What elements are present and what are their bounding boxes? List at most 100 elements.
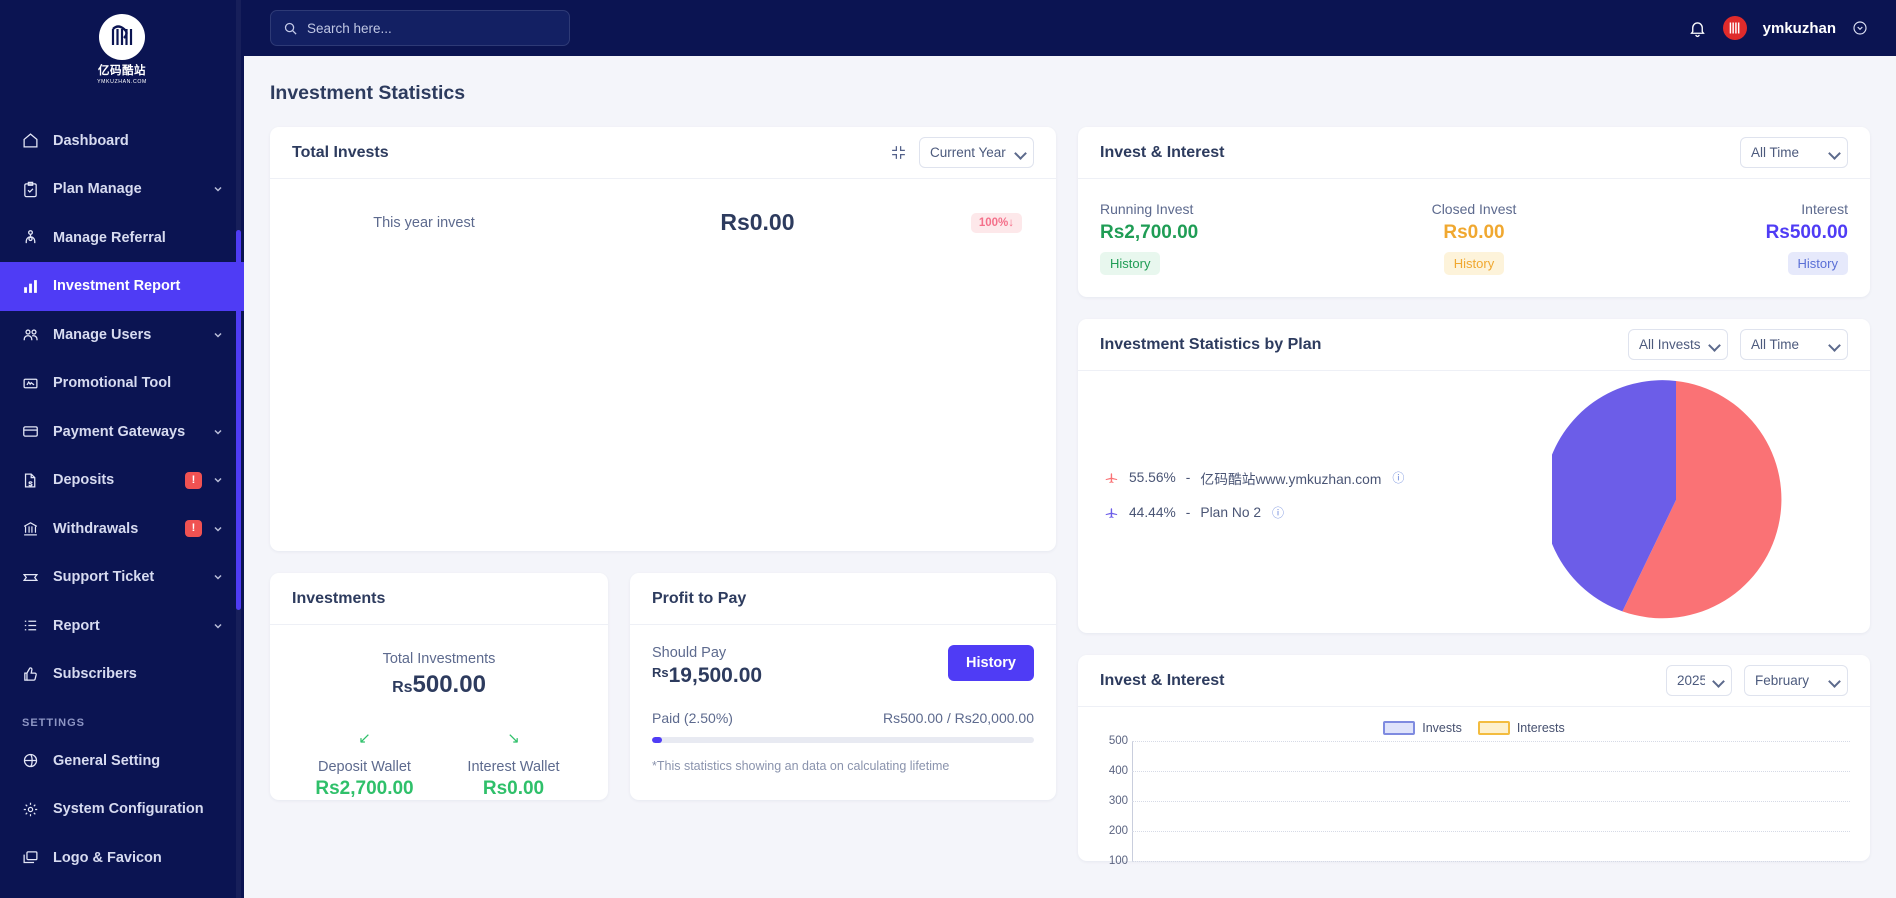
- change-badge: 100%↓: [971, 213, 1022, 233]
- username-label: ymkuzhan: [1763, 20, 1836, 37]
- sidebar-item-general-setting[interactable]: General Setting: [0, 737, 244, 786]
- sidebar-item-payment-gateways[interactable]: Payment Gateways: [0, 408, 244, 457]
- sidebar-item-system-configuration[interactable]: System Configuration: [0, 785, 244, 834]
- credit-card-icon: [22, 423, 46, 440]
- sidebar-item-manage-users[interactable]: Manage Users: [0, 311, 244, 360]
- sidebar-item-dashboard[interactable]: Dashboard: [0, 117, 244, 166]
- info-icon[interactable]: ⓘ: [1272, 504, 1284, 521]
- avatar[interactable]: [1723, 16, 1747, 40]
- search-box[interactable]: [270, 10, 570, 46]
- search-input[interactable]: [307, 21, 557, 36]
- sidebar-item-deposits[interactable]: Deposits !: [0, 456, 244, 505]
- metric-value: Rs500.00: [1599, 222, 1848, 244]
- sidebar-item-withdrawals[interactable]: Withdrawals !: [0, 505, 244, 554]
- y-tick-label: 200: [1109, 825, 1128, 837]
- chevron-down-icon: [212, 474, 224, 486]
- plane-icon: [1104, 470, 1119, 485]
- chevron-down-icon: [212, 571, 224, 583]
- chart-month-select[interactable]: February: [1744, 665, 1848, 696]
- sidebar-item-logo-favicon[interactable]: Logo & Favicon: [0, 834, 244, 883]
- notification-bell-icon[interactable]: [1688, 19, 1707, 38]
- chart-month-wrap: February: [1744, 665, 1848, 696]
- sidebar-item-label: Plan Manage: [53, 181, 212, 197]
- sidebar-nav: Dashboard Plan Manage Manage Referral: [0, 117, 244, 883]
- legend-interests[interactable]: Interests: [1478, 721, 1565, 735]
- y-axis: 500 400 300 200 100: [1098, 741, 1132, 861]
- card-header-tools: Current Year: [890, 137, 1034, 168]
- invest-interest-body: Running Invest Rs2,700.00 History Closed…: [1078, 179, 1870, 297]
- logo-mark-icon: [99, 14, 145, 60]
- time-filter-select[interactable]: All Time: [1740, 329, 1848, 360]
- thumbs-up-icon: [22, 666, 46, 683]
- brand-url: YMKUZHAN.COM: [97, 79, 147, 85]
- sidebar-item-label: System Configuration: [53, 801, 224, 817]
- sidebar-item-label: Dashboard: [53, 133, 224, 149]
- y-tick-label: 500: [1109, 735, 1128, 747]
- main-area: ymkuzhan Investment Statistics Total Inv…: [244, 0, 1896, 898]
- chart-year-select[interactable]: 2025: [1666, 665, 1732, 696]
- legend-label: Plan No 2: [1200, 505, 1261, 520]
- ad-banner-icon: [22, 375, 46, 392]
- chart-plot-area[interactable]: 500 400 300 200 100: [1132, 741, 1850, 861]
- legend-percent: 44.44%: [1129, 505, 1176, 520]
- sidebar-item-subscribers[interactable]: Subscribers: [0, 650, 244, 699]
- status-badge-deposits: !: [185, 472, 202, 489]
- brand-logo[interactable]: 亿码酷站 YMKUZHAN.COM: [0, 0, 244, 107]
- legend-sep: -: [1186, 505, 1191, 520]
- invest-filter-select[interactable]: All Invests: [1628, 329, 1728, 360]
- info-icon[interactable]: ⓘ: [1392, 469, 1404, 486]
- currency-symbol: Rs: [392, 679, 412, 696]
- interest-history-button[interactable]: History: [1788, 252, 1848, 275]
- content-area: Investment Statistics Total Invests: [244, 56, 1896, 898]
- dashboard-grid: Total Invests Current Year: [270, 127, 1870, 861]
- sidebar: 亿码酷站 YMKUZHAN.COM Dashboard Plan Manage: [0, 0, 244, 898]
- metric-label: Closed Invest: [1349, 201, 1598, 217]
- chart-year-wrap: 2025: [1666, 665, 1732, 696]
- card-header: Invest & Interest 2025 February: [1078, 655, 1870, 707]
- total-invests-period-select[interactable]: Current Year: [919, 137, 1034, 168]
- sidebar-item-label: Payment Gateways: [53, 424, 212, 440]
- wallet-name: Deposit Wallet: [290, 759, 439, 775]
- gridline: [1132, 831, 1850, 832]
- sidebar-item-promotional-tool[interactable]: Promotional Tool: [0, 359, 244, 408]
- total-investments-value: Rs500.00: [290, 671, 588, 699]
- sidebar-item-label: Withdrawals: [53, 521, 185, 537]
- legend-invests[interactable]: Invests: [1383, 721, 1462, 735]
- paid-progress-fill: [652, 737, 662, 743]
- invest-interest-period-select[interactable]: All Time: [1740, 137, 1848, 168]
- legend-item[interactable]: 44.44% - Plan No 2 ⓘ: [1104, 504, 1434, 521]
- running-invest-history-button[interactable]: History: [1100, 252, 1160, 275]
- sidebar-item-support-ticket[interactable]: Support Ticket: [0, 553, 244, 602]
- sidebar-item-report[interactable]: Report: [0, 602, 244, 651]
- should-pay-label: Should Pay: [652, 645, 762, 661]
- gridline: [1132, 801, 1850, 802]
- card-title: Total Invests: [292, 144, 389, 162]
- pie-chart[interactable]: [1552, 376, 1800, 629]
- card-title: Profit to Pay: [652, 590, 746, 608]
- investments-body: Total Investments Rs500.00 ↙ Deposit Wal…: [270, 625, 608, 800]
- legend-sep: -: [1186, 470, 1191, 485]
- interest-wallet: ↘ Interest Wallet Rs0.00: [439, 729, 588, 800]
- legend-percent: 55.56%: [1129, 470, 1176, 485]
- legend-label: 亿码酷站www.ymkuzhan.com: [1200, 468, 1381, 488]
- y-tick-label: 300: [1109, 795, 1128, 807]
- interest-block: Interest Rs500.00 History: [1599, 201, 1848, 275]
- gear-icon: [22, 801, 46, 818]
- chevron-down-icon: [212, 523, 224, 535]
- closed-invest-history-button[interactable]: History: [1444, 252, 1504, 275]
- sidebar-item-manage-referral[interactable]: Manage Referral: [0, 214, 244, 263]
- metric-value: Rs0.00: [1349, 222, 1598, 244]
- collapse-icon[interactable]: [890, 144, 907, 161]
- chevron-down-icon: [212, 329, 224, 341]
- sidebar-item-plan-manage[interactable]: Plan Manage: [0, 165, 244, 214]
- this-year-invest-label: This year invest: [304, 215, 544, 231]
- time-filter-wrap: All Time: [1740, 329, 1848, 360]
- amount: 19,500.00: [669, 664, 762, 687]
- sidebar-scrollbar-thumb[interactable]: [236, 230, 241, 610]
- chevron-down-circle-icon[interactable]: [1852, 20, 1868, 36]
- currency-symbol: Rs: [652, 665, 669, 680]
- sidebar-item-investment-report[interactable]: Investment Report: [0, 262, 244, 311]
- legend-item[interactable]: 55.56% - 亿码酷站www.ymkuzhan.com ⓘ: [1104, 468, 1434, 488]
- history-button[interactable]: History: [948, 645, 1034, 681]
- legend-swatch-icon: [1383, 721, 1415, 735]
